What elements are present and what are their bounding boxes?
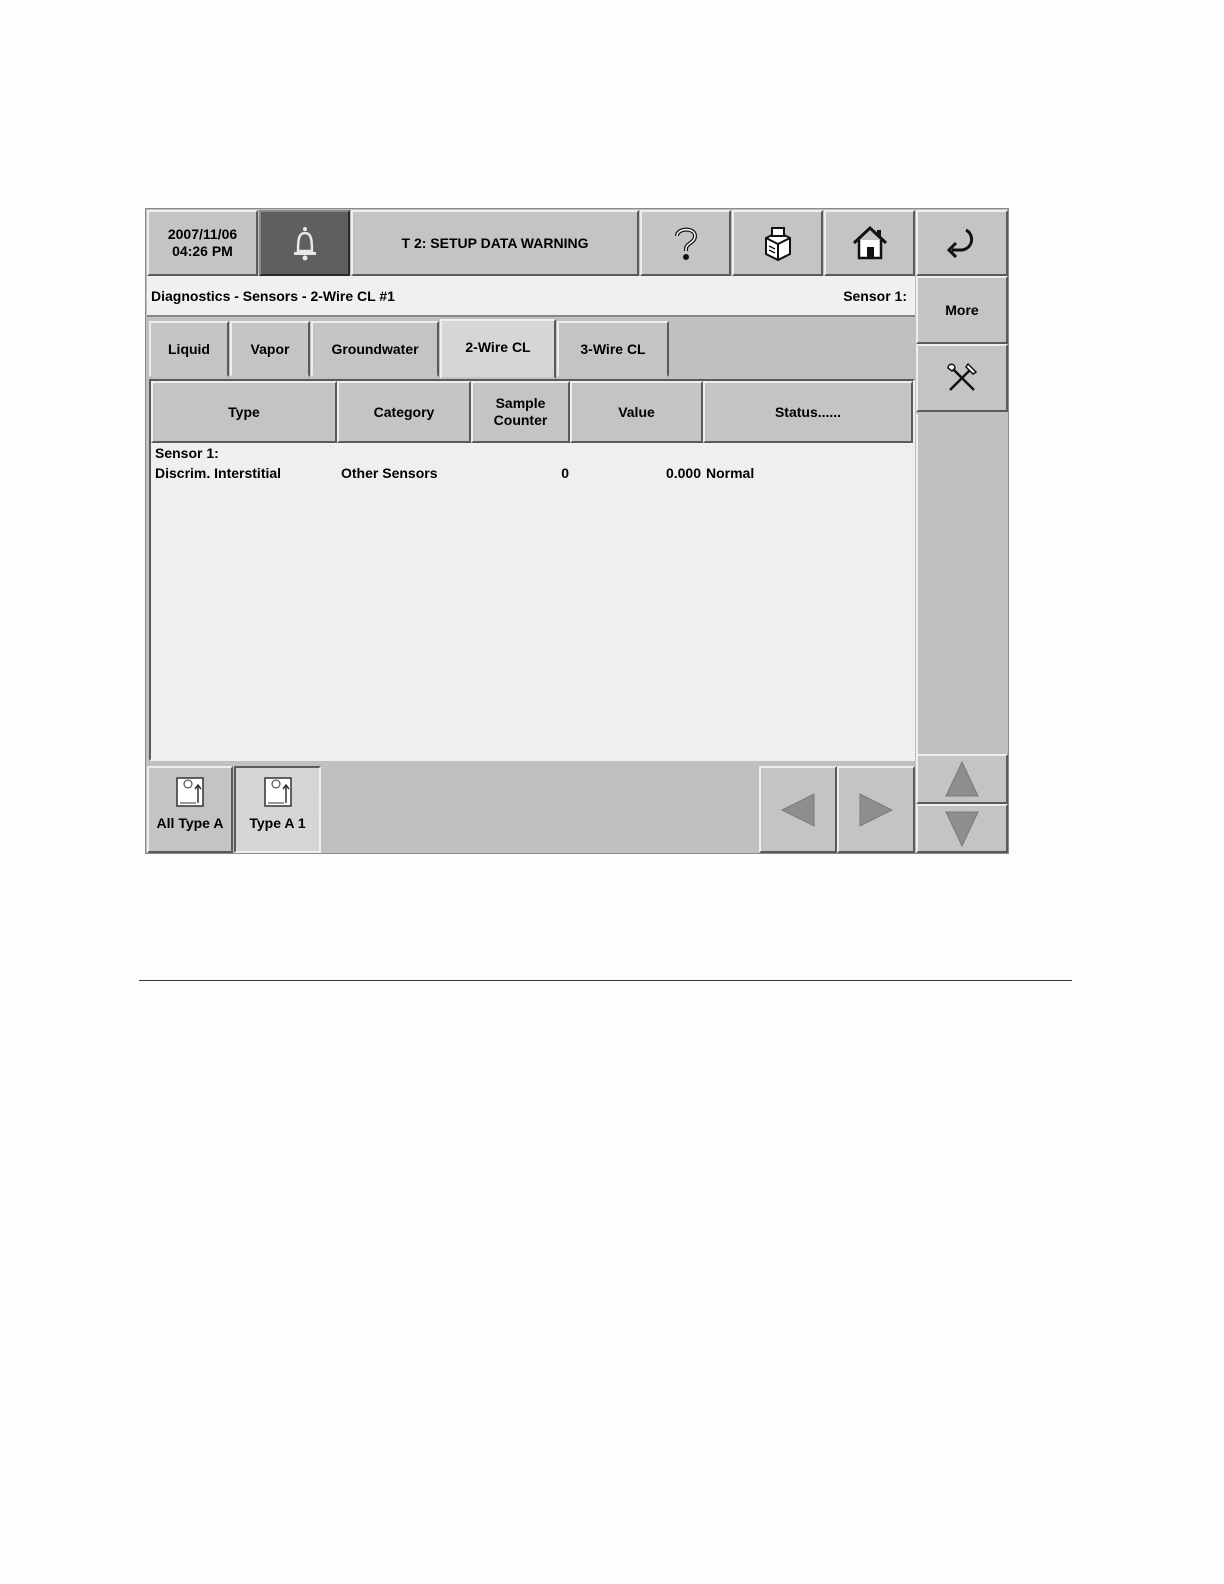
right-panel-spacer	[916, 414, 1008, 754]
tab-label: 2-Wire CL	[465, 339, 531, 355]
time-text: 04:26 PM	[172, 243, 233, 259]
type-button-label: All Type A	[156, 815, 224, 831]
scroll-up-button[interactable]	[916, 754, 1008, 804]
tab-3-wire-cl[interactable]: 3-Wire CL	[557, 321, 669, 377]
alarm-button[interactable]	[259, 210, 350, 276]
column-header-label: Sample Counter	[493, 395, 548, 428]
console-screen: 2007/11/06 04:26 PM T 2: SETUP DATA WARN…	[145, 208, 1009, 854]
column-header-value[interactable]: Value	[570, 381, 703, 443]
home-icon	[852, 225, 887, 260]
sensor-table: Type Category Sample Counter Value Statu…	[149, 379, 915, 761]
date-text: 2007/11/06	[167, 226, 238, 242]
question-icon	[674, 227, 697, 260]
column-header-label: Value	[618, 403, 655, 420]
home-button[interactable]	[824, 210, 915, 276]
right-arrow-icon	[859, 792, 894, 827]
breadcrumb: Diagnostics - Sensors - 2-Wire CL #1 Sen…	[147, 276, 915, 317]
tools-icon	[947, 362, 978, 391]
tab-liquid[interactable]: Liquid	[149, 321, 229, 377]
tab-vapor[interactable]: Vapor	[230, 321, 310, 377]
tab-2-wire-cl[interactable]: 2-Wire CL	[440, 319, 556, 379]
bell-icon	[293, 227, 316, 261]
tab-label: Liquid	[168, 341, 210, 357]
cell-type: Discrim. Interstitial	[155, 465, 282, 481]
more-button-label: More	[945, 302, 979, 318]
datetime-display: 2007/11/06 04:26 PM	[147, 210, 258, 276]
scroll-down-button[interactable]	[916, 804, 1008, 853]
column-header-sample-counter[interactable]: Sample Counter	[471, 381, 570, 443]
cell-category: Other Sensors	[341, 465, 438, 481]
tools-button[interactable]	[916, 344, 1008, 412]
cell-value: 0.000	[665, 465, 701, 481]
column-header-type[interactable]: Type	[151, 381, 337, 443]
down-arrow-icon	[945, 811, 979, 847]
tab-groundwater[interactable]: Groundwater	[311, 321, 439, 377]
back-arrow-icon	[946, 228, 973, 259]
all-type-a-button[interactable]: All Type A	[147, 766, 233, 853]
sensor-group-label: Sensor 1:	[155, 445, 219, 461]
back-button[interactable]	[916, 210, 1008, 276]
page-divider	[139, 980, 1072, 981]
help-button[interactable]	[640, 210, 731, 276]
column-header-label: Category	[373, 403, 435, 420]
breadcrumb-path: Diagnostics - Sensors - 2-Wire CL #1	[151, 287, 395, 304]
sensor-icon	[263, 777, 292, 807]
tab-label: Groundwater	[331, 341, 419, 357]
type-button-label: Type A 1	[249, 815, 306, 831]
column-header-status[interactable]: Status......	[703, 381, 913, 443]
sensor-icon	[176, 777, 204, 807]
printer-icon	[764, 227, 791, 262]
left-arrow-icon	[780, 792, 815, 827]
more-button[interactable]: More	[916, 276, 1008, 344]
column-header-label: Status......	[774, 403, 842, 420]
up-arrow-icon	[945, 760, 979, 797]
next-button[interactable]	[837, 766, 915, 853]
cell-sample-counter: 0	[561, 465, 569, 481]
tab-label: Vapor	[250, 341, 290, 357]
previous-button[interactable]	[759, 766, 837, 853]
status-message-bar[interactable]: T 2: SETUP DATA WARNING	[351, 210, 639, 276]
type-a-1-button[interactable]: Type A 1	[234, 766, 321, 853]
table-header: Type Category Sample Counter Value Statu…	[151, 381, 913, 443]
status-message-text: T 2: SETUP DATA WARNING	[401, 235, 589, 251]
breadcrumb-context: Sensor 1:	[843, 287, 907, 304]
cell-status: Normal	[706, 465, 755, 481]
tab-label: 3-Wire CL	[580, 341, 646, 357]
print-button[interactable]	[732, 210, 823, 276]
column-header-category[interactable]: Category	[337, 381, 471, 443]
column-header-label: Type	[228, 403, 260, 420]
